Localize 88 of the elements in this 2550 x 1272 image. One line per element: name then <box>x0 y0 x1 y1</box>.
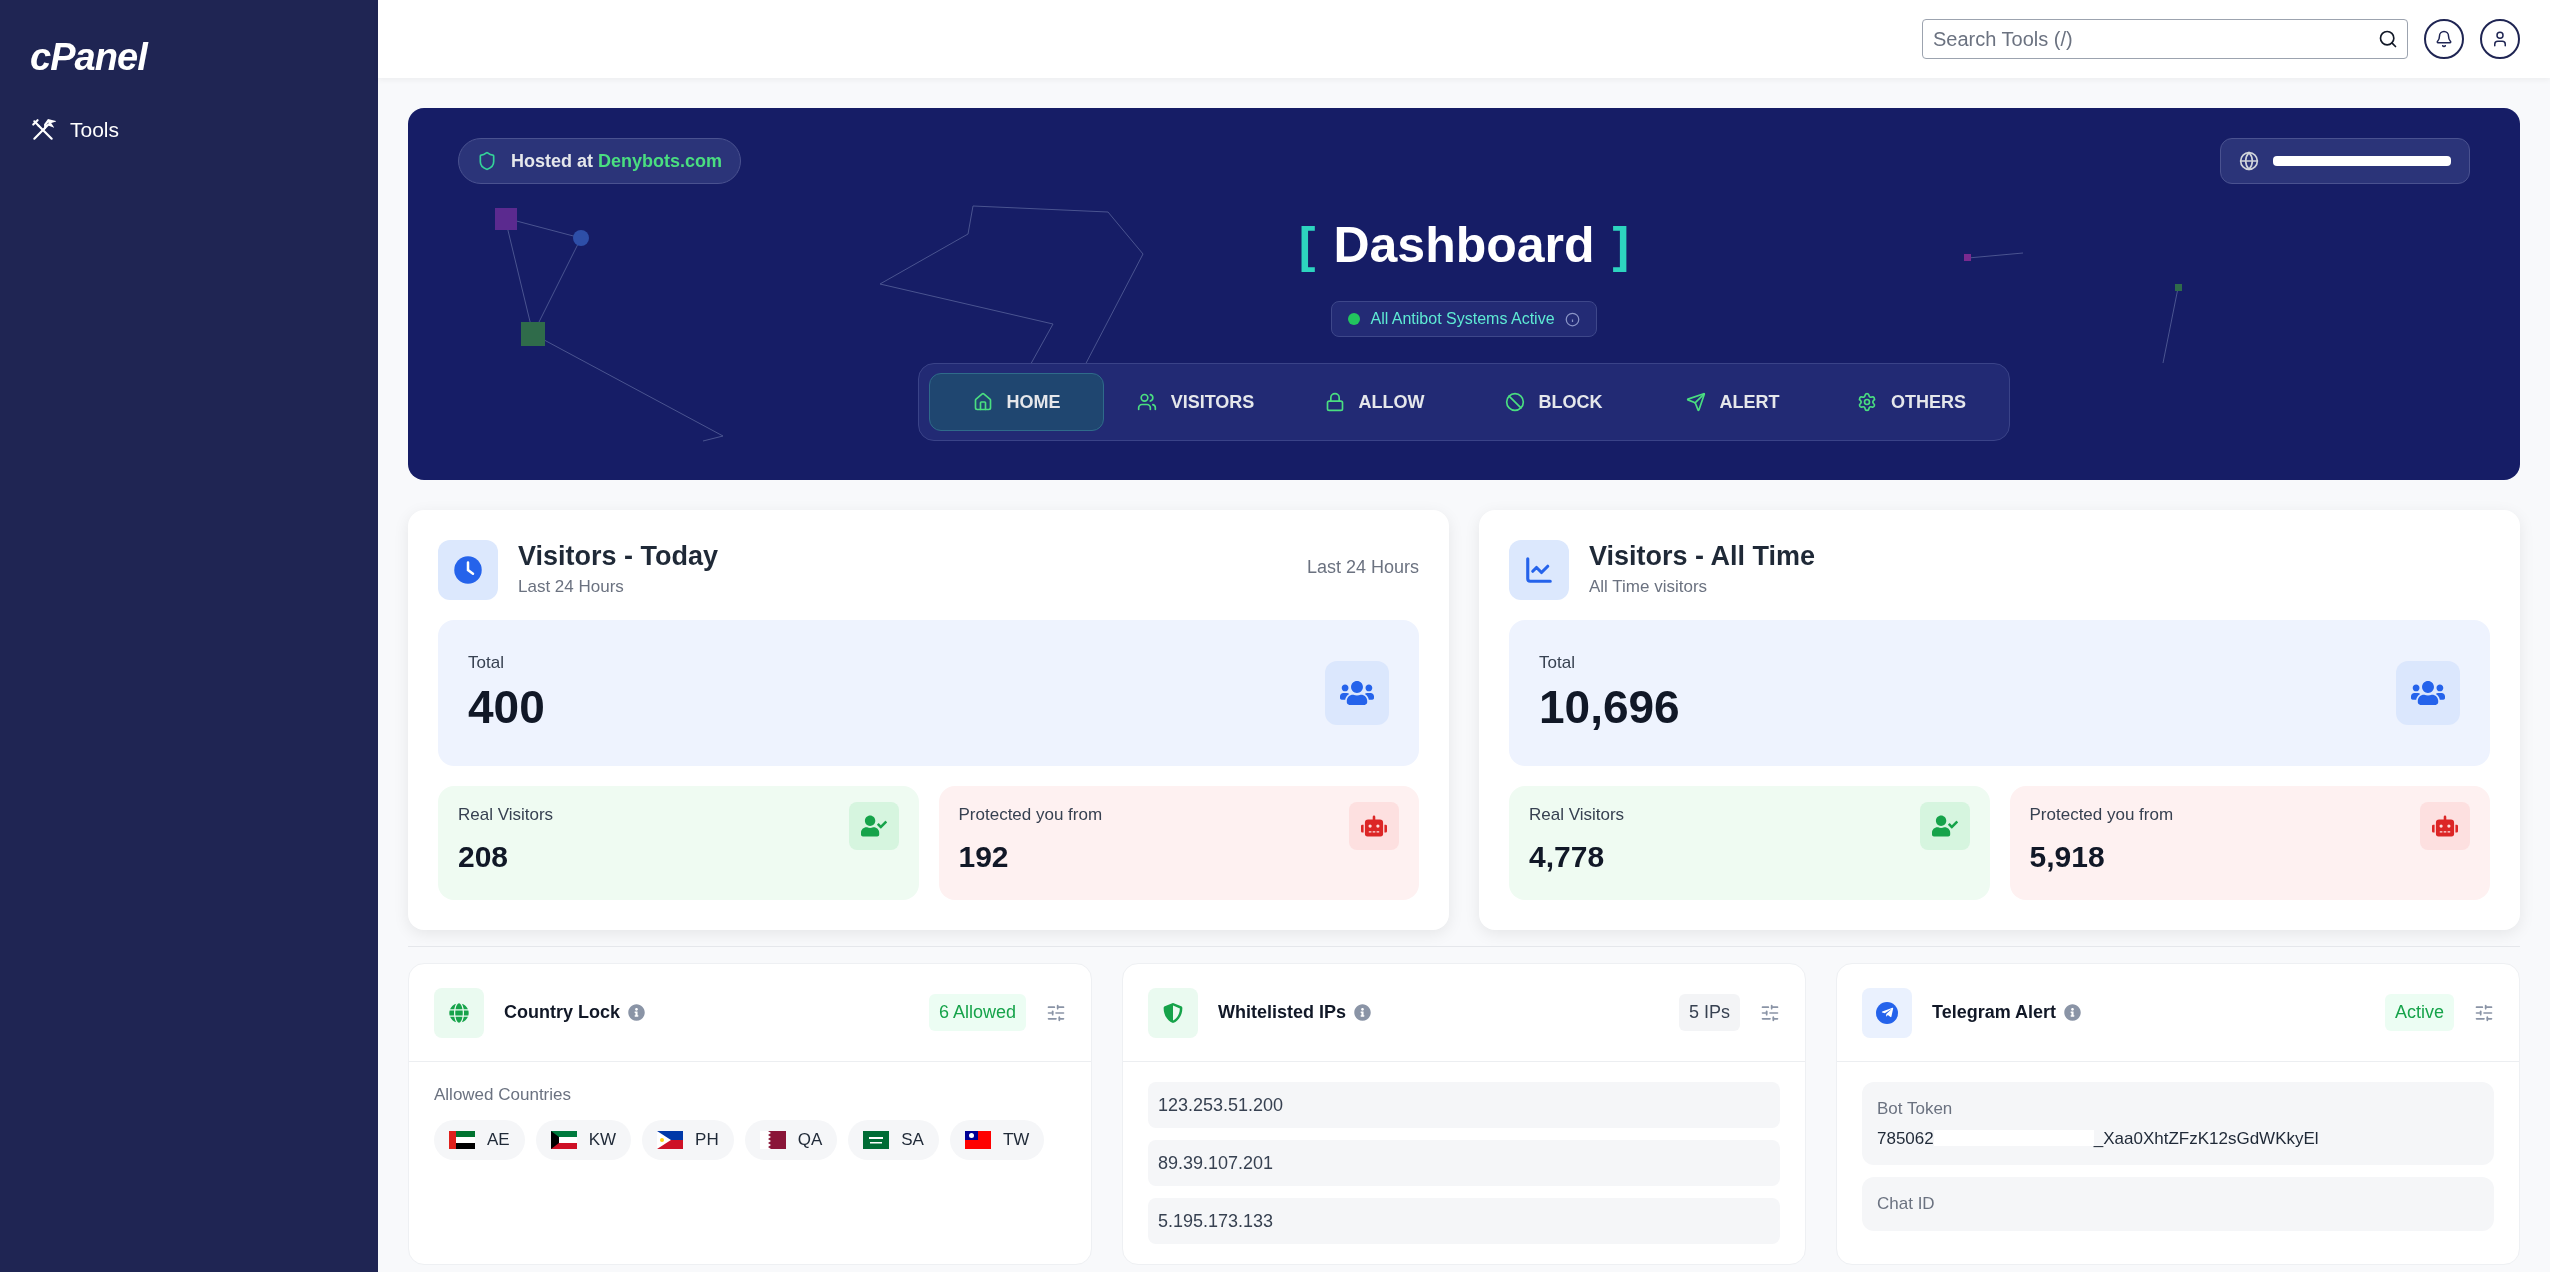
notifications-button[interactable] <box>2424 19 2464 59</box>
user-check-icon <box>860 813 887 839</box>
field-label: Chat ID <box>1877 1193 1936 1215</box>
period-label: Last 24 Hours <box>1306 556 1419 579</box>
bracket-mark: ] <box>1612 216 1630 275</box>
ip-row: 89.39.107.201 <box>1148 1140 1780 1186</box>
status-badge: 5 IPs <box>1678 994 1740 1031</box>
bracket-mark: [ <box>1298 216 1316 275</box>
send-icon <box>1685 392 1706 412</box>
flag-icon <box>759 1130 786 1149</box>
country-code: KW <box>588 1128 617 1151</box>
settings-icon <box>1857 392 1877 412</box>
settings-button[interactable] <box>1046 1002 1066 1023</box>
metric-value: 5,918 <box>2029 838 2106 875</box>
total-value: 400 <box>468 680 545 735</box>
home-icon <box>972 392 993 412</box>
metric-value: 4,778 <box>1529 838 1606 875</box>
user-check-icon <box>1931 813 1958 839</box>
flag-icon <box>550 1130 577 1149</box>
metric-label: Real Visitors <box>1529 804 1625 826</box>
send-icon <box>1876 1001 1898 1024</box>
card-subtitle: All Time visitors <box>1589 575 1709 598</box>
status-text: All Antibot Systems Active <box>1370 309 1555 329</box>
hosted-text: Hosted at Denybots.com <box>511 149 723 173</box>
country-code: AE <box>487 1128 510 1151</box>
sidebar-item[interactable]: Tools <box>30 114 348 146</box>
nav-tab[interactable]: BLOCK <box>1466 373 1641 431</box>
metric-label: Protected you from <box>2029 804 2174 826</box>
nav-tab[interactable]: OTHERS <box>1824 373 1999 431</box>
status-badge: 6 Allowed <box>928 994 1026 1031</box>
logo[interactable]: cPanel <box>30 38 348 76</box>
card-subtitle: Last 24 Hours <box>518 575 625 598</box>
metric-label: Protected you from <box>958 804 1103 826</box>
token-start: 785062 <box>1877 1127 1934 1150</box>
total-label: Total <box>468 651 505 674</box>
tools-icon <box>30 116 56 143</box>
field-label: Bot Token <box>1877 1098 1954 1120</box>
flag-icon <box>657 1130 684 1149</box>
panel-title: Whitelisted IPs <box>1218 1001 1347 1024</box>
robot-icon <box>2432 813 2458 839</box>
section-label: Allowed Countries <box>434 1084 572 1106</box>
clock-icon <box>453 555 483 585</box>
nav-tab[interactable]: ALERT <box>1645 373 1820 431</box>
card-title: Visitors - Today <box>518 540 720 573</box>
info-icon[interactable] <box>2064 1004 2082 1021</box>
lock-icon <box>1324 392 1345 412</box>
nav-tab[interactable]: VISITORS <box>1108 373 1283 431</box>
bell-icon <box>2435 30 2453 48</box>
country-code: SA <box>901 1128 924 1151</box>
settings-button[interactable] <box>2474 1002 2494 1023</box>
user-icon <box>2491 30 2509 48</box>
total-label: Total <box>1539 651 1576 674</box>
search-field[interactable]: Search Tools (/) <box>1922 19 2408 59</box>
status-badge: Active <box>2384 994 2454 1031</box>
country-code: QA <box>797 1128 823 1151</box>
nav-tab[interactable]: ALLOW <box>1287 373 1462 431</box>
info-icon[interactable] <box>628 1004 645 1021</box>
ip-row: 123.253.51.200 <box>1148 1082 1780 1128</box>
country-code: TW <box>1002 1128 1030 1151</box>
shield-icon <box>477 151 497 171</box>
globe-icon <box>449 1002 469 1023</box>
flag-icon <box>964 1130 991 1149</box>
panel-title: Country Lock <box>504 1001 620 1024</box>
metric-value: 208 <box>458 838 510 875</box>
flag-icon <box>863 1130 890 1149</box>
ban-icon <box>1504 392 1525 412</box>
search-icon[interactable] <box>2378 29 2398 49</box>
settings-button[interactable] <box>1760 1002 1780 1023</box>
users-icon <box>1136 392 1157 412</box>
line-chart-icon <box>1524 555 1554 585</box>
info-icon[interactable] <box>1564 311 1580 327</box>
country-code: PH <box>695 1128 719 1151</box>
total-value: 10,696 <box>1539 680 1680 735</box>
title-text: Dashboard <box>1333 216 1595 275</box>
user-button[interactable] <box>2480 19 2520 59</box>
host-link[interactable]: Denybots.com <box>598 150 723 171</box>
metric-label: Real Visitors <box>458 804 554 826</box>
ip-row: 5.195.173.133 <box>1148 1198 1780 1244</box>
card-title: Visitors - All Time <box>1589 540 1817 573</box>
info-icon[interactable] <box>1354 1004 1372 1021</box>
token-end: _Xaa0XhtZFzK12sGdWKkyEl <box>2093 1127 2319 1150</box>
metric-value: 192 <box>958 838 1010 875</box>
nav-tab[interactable]: HOME <box>929 373 1104 431</box>
panel-title: Telegram Alert <box>1932 1001 2057 1024</box>
robot-icon <box>1361 813 1387 839</box>
flag-icon <box>449 1130 475 1149</box>
globe-icon <box>2239 151 2259 171</box>
shield-icon <box>1163 1002 1183 1023</box>
